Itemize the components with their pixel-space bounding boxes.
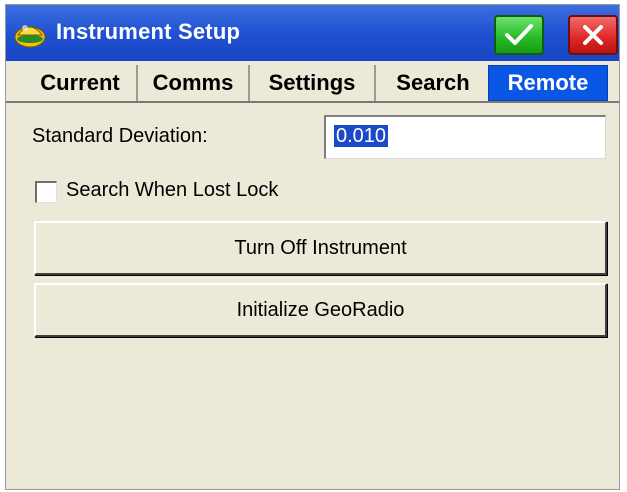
hard-hat-icon bbox=[14, 25, 46, 48]
tab-settings[interactable]: Settings bbox=[250, 65, 376, 101]
checkmark-icon bbox=[505, 24, 533, 45]
tab-comms[interactable]: Comms bbox=[138, 65, 250, 101]
initialize-georadio-button[interactable]: Initialize GeoRadio bbox=[34, 283, 607, 337]
search-when-lost-lock-checkbox[interactable] bbox=[35, 181, 57, 203]
search-when-lost-lock-label: Search When Lost Lock bbox=[66, 179, 279, 201]
instrument-setup-window: Instrument Setup Current Comms Settings … bbox=[5, 4, 620, 490]
tab-search[interactable]: Search bbox=[378, 65, 488, 101]
turn-off-instrument-button[interactable]: Turn Off Instrument bbox=[34, 221, 607, 275]
title-bar: Instrument Setup bbox=[6, 5, 619, 61]
tab-bar: Current Comms Settings Search Remote bbox=[6, 61, 619, 103]
remote-panel: Standard Deviation: 0.010 Search When Lo… bbox=[6, 103, 619, 489]
tab-current[interactable]: Current bbox=[24, 65, 138, 101]
window-title: Instrument Setup bbox=[56, 19, 241, 44]
tab-remote[interactable]: Remote bbox=[488, 65, 608, 101]
standard-deviation-label: Standard Deviation: bbox=[32, 125, 208, 147]
standard-deviation-value: 0.010 bbox=[334, 125, 389, 147]
close-button[interactable] bbox=[568, 15, 618, 55]
ok-button[interactable] bbox=[494, 15, 544, 55]
standard-deviation-input[interactable]: 0.010 bbox=[324, 115, 606, 159]
close-icon bbox=[583, 25, 603, 45]
